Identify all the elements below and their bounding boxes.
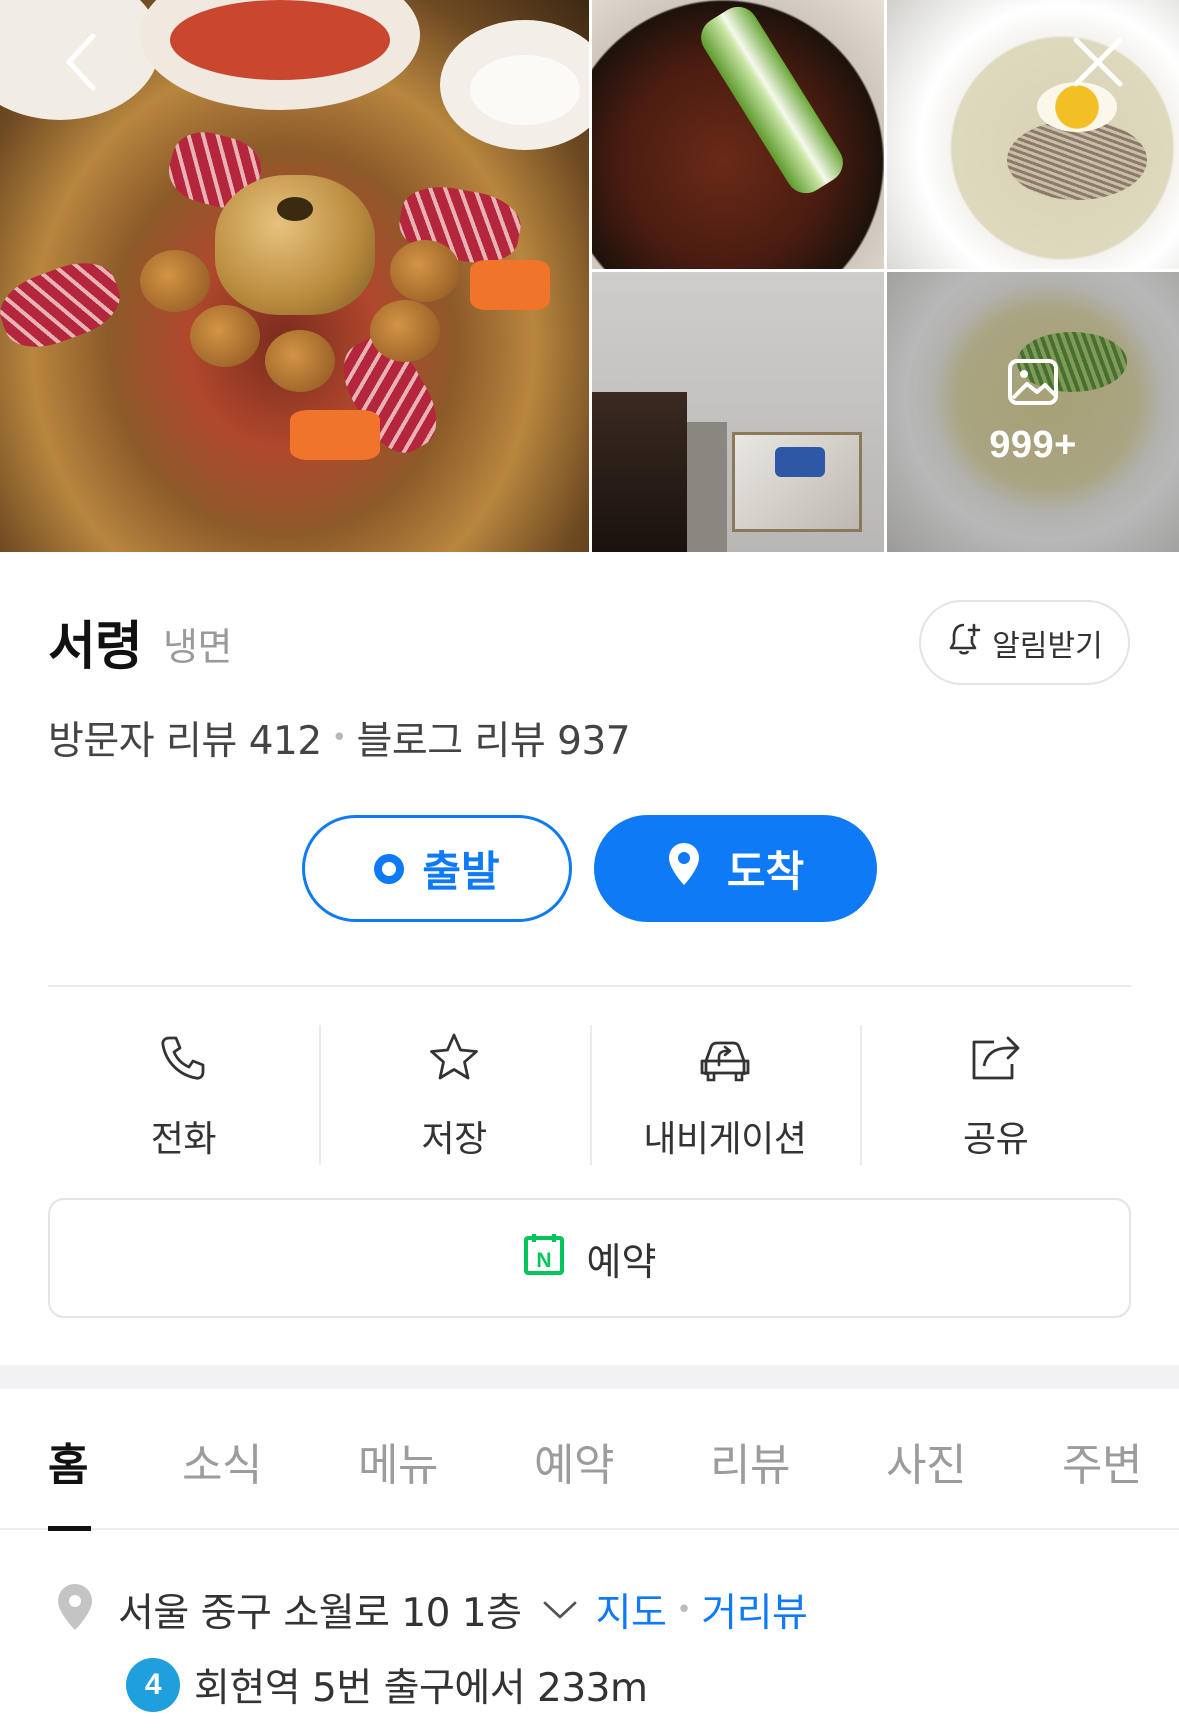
link-separator: • [676,1595,692,1625]
set-start-button[interactable]: 출발 [302,815,572,922]
map-pin-icon [50,1582,100,1638]
naengmyeon-photo[interactable] [887,0,1179,269]
active-tab-indicator [48,1526,91,1531]
call-label: 전화 [150,1119,217,1160]
chevron-down-icon[interactable] [542,1599,578,1621]
street-view-link[interactable]: 거리뷰 [701,1582,808,1638]
back-button[interactable] [46,29,116,99]
blog-review-link[interactable]: 블로그 리뷰 937 [356,710,630,766]
set-destination-button[interactable]: 도착 [594,815,877,922]
tab-reservation[interactable]: 예약 [534,1429,614,1493]
close-icon [1070,34,1126,94]
phone-icon [153,1028,213,1088]
tab-news[interactable]: 소식 [182,1429,262,1493]
location-pin-icon [667,841,701,897]
photo-gallery: 999+ [0,0,1179,552]
chevron-left-icon [61,32,101,96]
place-category: 냉면 [163,625,232,669]
image-icon [1007,358,1059,410]
more-photos-button[interactable]: 999+ [887,272,1179,552]
tab-home[interactable]: 홈 [48,1429,88,1493]
reservation-button[interactable]: N 예약 [48,1198,1131,1318]
notification-label: 알림받기 [992,628,1103,664]
section-gap [0,1365,1179,1389]
review-separator: • [331,723,347,753]
star-icon [424,1028,484,1088]
subway-distance-text: 회현역 5번 출구에서 233m [194,1666,648,1711]
review-summary: 방문자 리뷰 412 • 블로그 리뷰 937 [48,710,631,766]
share-button[interactable]: 공유 [860,1020,1131,1165]
entrance-photo[interactable] [592,272,884,552]
place-name: 서령 [48,617,143,677]
start-label: 출발 [422,847,500,896]
bell-plus-icon [946,620,984,666]
close-button[interactable] [1063,29,1133,99]
save-button[interactable]: 저장 [318,1020,590,1165]
action-bar: 전화 저장 내비게이션 공유 [48,1020,1131,1165]
tab-menu[interactable]: 메뉴 [358,1429,438,1493]
bulgogi-photo[interactable] [592,0,884,269]
navigation-button[interactable]: 내비게이션 [589,1020,861,1165]
visitor-review-link[interactable]: 방문자 리뷰 412 [48,710,322,766]
tab-nearby[interactable]: 주변 [1062,1429,1142,1493]
notification-button[interactable]: 알림받기 [919,600,1130,685]
subway-info: 4 회현역 5번 출구에서 233m [126,1657,648,1713]
origin-dot-icon [374,853,405,884]
tab-reviews[interactable]: 리뷰 [710,1429,790,1493]
call-button[interactable]: 전화 [48,1020,319,1165]
map-link[interactable]: 지도 [596,1582,667,1638]
divider [48,985,1131,987]
share-icon [966,1028,1026,1088]
destination-label: 도착 [726,847,805,896]
photo-count: 999+ [989,423,1077,466]
address-text: 서울 중구 소월로 10 1층 [118,1591,522,1636]
save-label: 저장 [421,1119,488,1160]
navigation-label: 내비게이션 [643,1119,807,1160]
svg-text:N: N [536,1249,551,1272]
share-label: 공유 [963,1119,1029,1160]
naver-booking-icon: N [523,1232,565,1285]
address-row: 서울 중구 소월로 10 1층 지도 • 거리뷰 [50,1582,808,1638]
tab-bar: 홈 소식 메뉴 예약 리뷰 사진 주변 [0,1389,1179,1531]
subway-line-badge: 4 [126,1658,180,1712]
reservation-label: 예약 [586,1239,657,1284]
tab-photos[interactable]: 사진 [886,1429,966,1493]
car-icon [695,1028,755,1088]
